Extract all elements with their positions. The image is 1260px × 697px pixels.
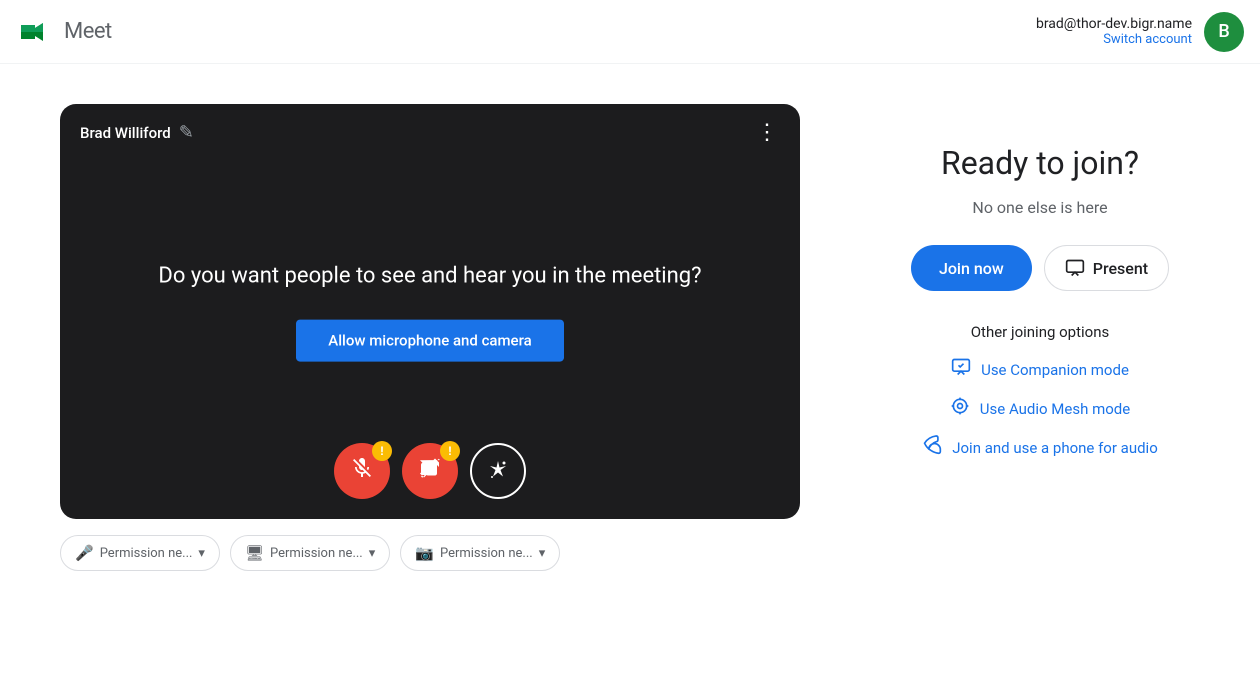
- camera-permission-dropdown[interactable]: 📷 Permission ne... ▾: [400, 535, 560, 571]
- allow-microphone-camera-button[interactable]: Allow microphone and camera: [296, 320, 563, 362]
- effects-button[interactable]: [470, 443, 526, 499]
- camera-warning-badge: !: [440, 441, 460, 461]
- right-panel: Ready to join? No one else is here Join …: [880, 104, 1200, 460]
- turn-off-camera-button[interactable]: !: [402, 443, 458, 499]
- other-options-title: Other joining options: [880, 323, 1200, 341]
- video-center-content: Do you want people to see and hear you i…: [134, 261, 726, 362]
- screen-permission-dropdown[interactable]: 🖥 Permission ne... ▾: [230, 535, 390, 571]
- ready-title: Ready to join?: [880, 144, 1200, 182]
- camera-dropdown-chevron: ▾: [539, 546, 546, 561]
- phone-audio-icon: [922, 435, 942, 460]
- user-name-area: Brad Williford ✎: [80, 122, 194, 143]
- join-now-button[interactable]: Join now: [911, 245, 1032, 291]
- audio-mesh-label: Use Audio Mesh mode: [980, 400, 1130, 418]
- screen-permission-label: Permission ne...: [270, 546, 363, 561]
- mute-microphone-button[interactable]: !: [334, 443, 390, 499]
- mic-permission-label: Permission ne...: [100, 546, 193, 561]
- present-icon: [1065, 258, 1085, 278]
- other-options-list: Use Companion mode Use Audio Mesh mode: [880, 357, 1200, 460]
- audio-mesh-mode-option[interactable]: Use Audio Mesh mode: [880, 396, 1200, 421]
- edit-icon[interactable]: ✎: [179, 122, 194, 143]
- header-right: brad@thor-dev.bigr.name Switch account B: [1036, 12, 1244, 52]
- meet-logo: [16, 12, 56, 52]
- video-bottom-controls: ! !: [60, 443, 800, 499]
- camera-off-icon: [418, 456, 442, 486]
- switch-account-link[interactable]: Switch account: [1036, 32, 1192, 47]
- account-email: brad@thor-dev.bigr.name: [1036, 16, 1192, 32]
- screen-dropdown-chevron: ▾: [369, 546, 376, 561]
- mic-warning-badge: !: [372, 441, 392, 461]
- audio-mesh-icon: [950, 396, 970, 421]
- mic-off-icon: [350, 456, 374, 486]
- present-button[interactable]: Present: [1044, 245, 1169, 291]
- present-label: Present: [1093, 259, 1148, 278]
- mic-dropdown-chevron: ▾: [198, 546, 205, 561]
- logo-area: Meet: [16, 12, 112, 52]
- more-options-icon[interactable]: ⋮: [756, 120, 780, 145]
- permissions-bar: 🎤 Permission ne... ▾ 🖥 Permission ne... …: [60, 535, 800, 571]
- companion-mode-label: Use Companion mode: [981, 361, 1129, 379]
- app-name: Meet: [64, 19, 112, 44]
- user-name: Brad Williford: [80, 124, 171, 142]
- video-section: Brad Williford ✎ ⋮ Do you want people to…: [60, 104, 800, 571]
- mic-permission-icon: 🎤: [75, 544, 94, 562]
- account-info: brad@thor-dev.bigr.name Switch account: [1036, 16, 1192, 47]
- join-buttons: Join now Present: [880, 245, 1200, 291]
- microphone-permission-dropdown[interactable]: 🎤 Permission ne... ▾: [60, 535, 220, 571]
- phone-audio-option[interactable]: Join and use a phone for audio: [880, 435, 1200, 460]
- avatar[interactable]: B: [1204, 12, 1244, 52]
- video-question: Do you want people to see and hear you i…: [134, 261, 726, 292]
- header: Meet brad@thor-dev.bigr.name Switch acco…: [0, 0, 1260, 64]
- no-one-text: No one else is here: [880, 198, 1200, 217]
- screen-permission-icon: 🖥: [245, 544, 264, 562]
- companion-mode-icon: [951, 357, 971, 382]
- video-header: Brad Williford ✎ ⋮: [60, 104, 800, 161]
- main-content: Brad Williford ✎ ⋮ Do you want people to…: [0, 64, 1260, 611]
- video-container: Brad Williford ✎ ⋮ Do you want people to…: [60, 104, 800, 519]
- camera-permission-label: Permission ne...: [440, 546, 533, 561]
- companion-mode-option[interactable]: Use Companion mode: [880, 357, 1200, 382]
- camera-permission-icon: 📷: [415, 544, 434, 562]
- phone-audio-label: Join and use a phone for audio: [952, 439, 1158, 457]
